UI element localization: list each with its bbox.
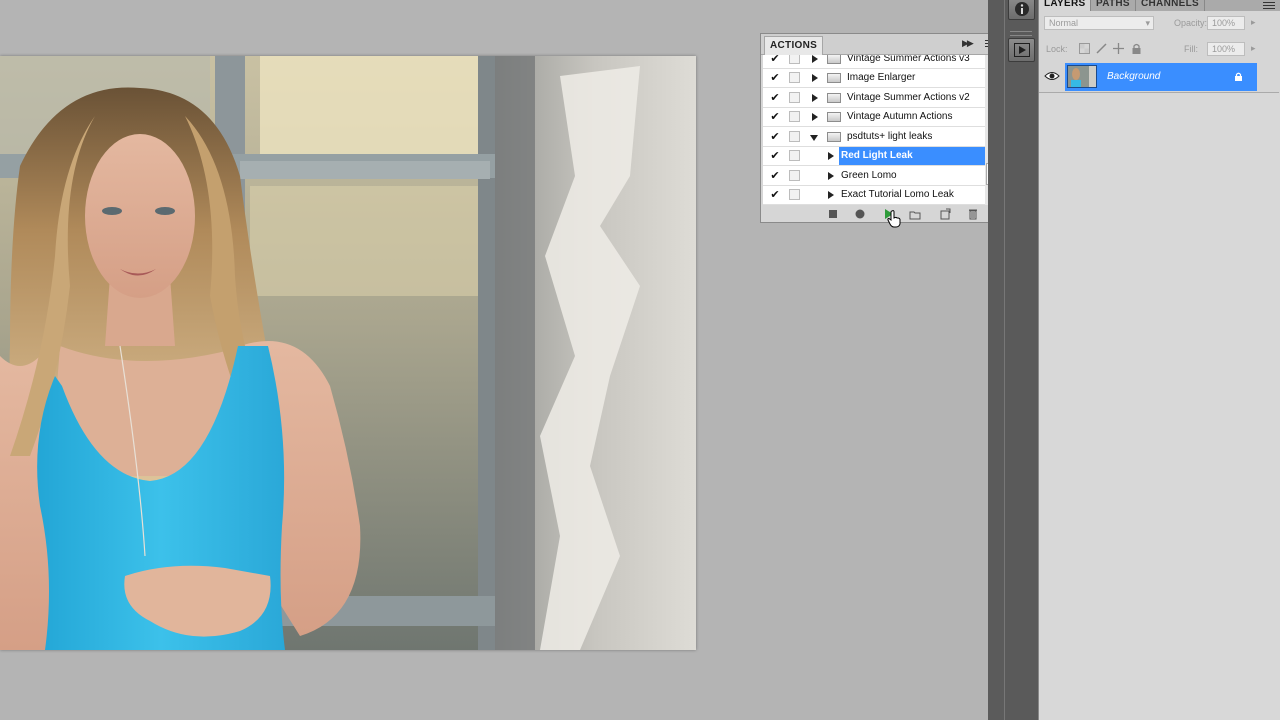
hand-cursor-icon [887,210,901,228]
actions-list[interactable]: ✔ Vintage Summer Actions v3 ✔ Image Enla… [763,55,985,205]
action-row[interactable]: ✔ Exact Tutorial Lomo Leak [763,186,985,205]
lock-transparent-icon[interactable] [1079,43,1090,54]
expand-triangle-icon[interactable] [812,55,818,63]
new-set-icon[interactable] [909,208,921,220]
action-set-row-expanded[interactable]: ✔ psdtuts+ light leaks [763,128,985,147]
dialog-toggle[interactable] [789,170,800,181]
action-checkbox[interactable]: ✔ [769,71,781,85]
layer-thumbnail[interactable] [1067,65,1097,88]
layers-panel-tabs: LAYERS PATHS CHANNELS [1039,0,1280,11]
folder-icon [827,55,841,64]
chevron-down-icon: ▾ [1145,18,1150,28]
tab-layers[interactable]: LAYERS [1039,0,1092,11]
opacity-label: Opacity: [1174,18,1208,28]
action-set-row[interactable]: ✔ Image Enlarger [763,69,985,88]
lock-all-icon[interactable] [1131,43,1142,54]
expand-triangle-icon[interactable] [828,191,834,199]
eye-icon[interactable] [1044,68,1060,84]
action-set-label: Vintage Summer Actions v3 [847,55,970,64]
actions-panel: ACTIONS ▶▶ ✔ Vintage Summer Actions v3 ✔… [760,33,1001,228]
tab-paths[interactable]: PATHS [1091,0,1136,11]
collapse-panel-icon[interactable]: ▶▶ [962,38,974,49]
actions-toolbar [761,206,1000,228]
tab-channels[interactable]: CHANNELS [1136,0,1205,11]
action-label: Exact Tutorial Lomo Leak [841,189,954,200]
dialog-toggle[interactable] [789,150,800,161]
expand-triangle-icon[interactable] [828,172,834,180]
opacity-field[interactable]: 100% [1207,16,1245,30]
layer-name: Background [1107,71,1161,82]
lock-position-icon[interactable] [1113,43,1124,54]
dialog-toggle[interactable] [789,111,800,122]
expand-triangle-icon[interactable] [812,113,818,121]
actions-play-icon [1014,43,1030,57]
action-checkbox[interactable]: ✔ [769,169,781,183]
action-label: Red Light Leak [841,150,913,161]
layers-panel: LAYERS PATHS CHANNELS Normal ▾ Opacity: … [1038,0,1280,720]
dock-grip[interactable] [1010,31,1032,36]
action-set-label: Vintage Autumn Actions [847,111,953,122]
dialog-toggle[interactable] [789,92,800,103]
dialog-toggle[interactable] [789,131,800,142]
folder-icon [827,73,841,83]
layer-row-background[interactable]: Background [1039,62,1279,93]
action-label: Green Lomo [841,170,897,181]
dialog-toggle[interactable] [789,55,800,64]
action-set-row[interactable]: ✔ Vintage Summer Actions v3 [763,55,985,69]
fill-label: Fill: [1184,44,1198,54]
layers-panel-menu-icon[interactable] [1263,0,1275,9]
lock-pixels-icon[interactable] [1096,43,1107,54]
dialog-toggle[interactable] [789,72,800,83]
expand-triangle-icon[interactable] [812,74,818,82]
panel-dock [1004,0,1038,720]
layer-thumbnail-image [1068,66,1096,87]
expand-triangle-icon[interactable] [812,94,818,102]
opacity-value: 100% [1212,18,1236,28]
fill-field[interactable]: 100% [1207,42,1245,56]
layers-list-empty-area[interactable] [1039,93,1280,720]
action-checkbox[interactable]: ✔ [769,91,781,105]
actions-dock-button[interactable] [1008,38,1035,62]
action-set-label: Vintage Summer Actions v2 [847,92,970,103]
photo-image [0,56,696,650]
action-checkbox[interactable]: ✔ [769,188,781,202]
fill-value: 100% [1212,44,1236,54]
blend-mode-value: Normal [1049,18,1079,28]
expand-triangle-icon[interactable] [828,152,834,160]
stop-icon[interactable] [827,208,839,220]
info-button[interactable] [1008,0,1035,20]
blend-mode-select[interactable]: Normal ▾ [1044,16,1154,30]
record-icon[interactable] [854,208,866,220]
tab-actions[interactable]: ACTIONS [764,36,824,55]
new-action-icon[interactable] [939,208,951,220]
collapse-triangle-icon[interactable] [810,135,818,141]
action-checkbox[interactable]: ✔ [769,110,781,124]
action-set-row[interactable]: ✔ Vintage Summer Actions v2 [763,89,985,108]
lock-label: Lock: [1046,44,1068,54]
canvas-photo[interactable] [0,56,696,650]
action-set-row[interactable]: ✔ Vintage Autumn Actions [763,108,985,127]
lock-icon [1235,72,1242,81]
fill-arrow-icon[interactable]: ▸ [1251,43,1256,54]
action-row-selected[interactable]: ✔ Red Light Leak [763,147,985,166]
action-row[interactable]: ✔ Green Lomo [763,167,985,186]
action-checkbox[interactable]: ✔ [769,130,781,144]
folder-icon [827,112,841,122]
action-set-label: Image Enlarger [847,72,916,83]
action-set-label: psdtuts+ light leaks [847,131,933,142]
action-checkbox[interactable]: ✔ [769,149,781,163]
dock-separator [988,0,1004,720]
action-checkbox[interactable]: ✔ [769,55,781,66]
dialog-toggle[interactable] [789,189,800,200]
folder-icon [827,132,841,142]
actions-panel-header: ACTIONS ▶▶ [761,34,1000,55]
folder-icon [827,93,841,103]
info-icon [1015,2,1029,16]
opacity-arrow-icon[interactable]: ▸ [1251,17,1256,28]
trash-icon[interactable] [967,208,979,220]
